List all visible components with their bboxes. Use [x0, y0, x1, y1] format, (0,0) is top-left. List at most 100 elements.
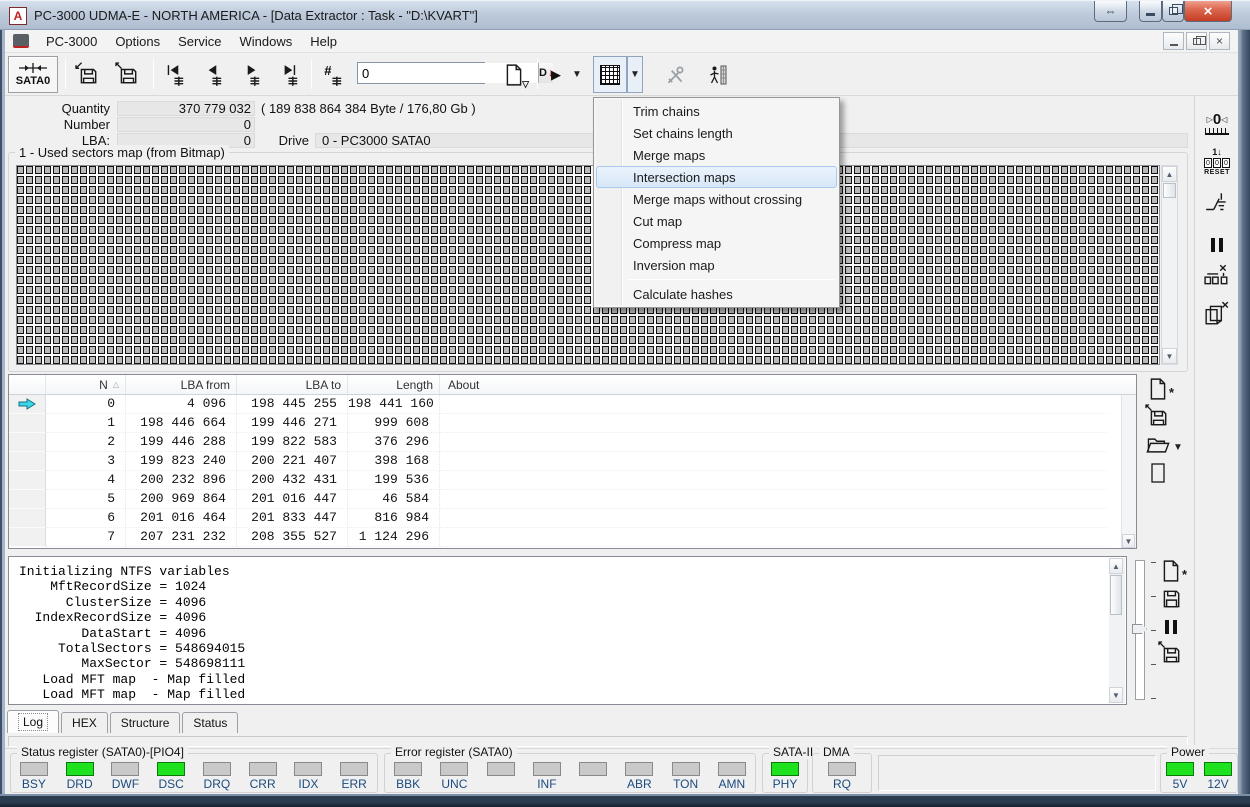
menu-help[interactable]: Help	[301, 31, 346, 52]
sata0-port-button[interactable]: SATA0	[8, 56, 58, 93]
head-control-button[interactable]	[1195, 190, 1239, 216]
led-unlabeled	[479, 762, 523, 790]
led-rq: RQ	[820, 762, 864, 790]
start-button[interactable]: ▶	[543, 56, 569, 93]
sector-filter-button[interactable]: ▽	[495, 56, 533, 93]
menu-item-intersection-maps[interactable]: Intersection maps	[596, 166, 837, 188]
prev-sector-button[interactable]	[195, 56, 231, 93]
resize-button[interactable]: ⇔	[1094, 1, 1127, 22]
column-header-lba-to[interactable]: LBA to	[237, 375, 348, 394]
column-header-length[interactable]: Length	[348, 375, 440, 394]
close-button[interactable]: ×	[1184, 1, 1232, 22]
load-map-button[interactable]	[1145, 432, 1171, 458]
led-drd: DRD	[58, 762, 102, 790]
cell-from: 207 231 232	[126, 528, 237, 547]
close-all-tasks-button[interactable]	[1195, 301, 1239, 327]
row-gutter[interactable]	[9, 509, 46, 528]
led-lamp	[19, 762, 48, 776]
row-gutter[interactable]	[9, 452, 46, 471]
map-button[interactable]	[593, 56, 627, 93]
pause-task-button[interactable]	[1195, 238, 1239, 252]
scroll-down-icon[interactable]: ▼	[1122, 534, 1135, 548]
menu-item-inversion-map[interactable]: Inversion map	[596, 254, 837, 276]
menu-windows[interactable]: Windows	[230, 31, 301, 52]
row-gutter[interactable]	[9, 395, 46, 414]
menu-service[interactable]: Service	[169, 31, 230, 52]
scroll-up-icon[interactable]: ▲	[1109, 558, 1123, 574]
new-log-button[interactable]: *	[1158, 558, 1187, 584]
table-row-5[interactable]: 5 200 969 864 201 016 447 46 584	[9, 490, 1136, 509]
menu-item-set-chains-length[interactable]: Set chains length	[596, 122, 837, 144]
mdi-minimize-button[interactable]	[1163, 32, 1184, 50]
minimize-button[interactable]	[1139, 1, 1162, 22]
next-sector-button[interactable]	[233, 56, 269, 93]
mdi-close-button[interactable]: ×	[1209, 32, 1230, 50]
mdi-restore-button[interactable]	[1186, 32, 1207, 50]
menu-pc-3000[interactable]: PC-3000	[37, 31, 106, 52]
menu-options[interactable]: Options	[106, 31, 169, 52]
log-panel[interactable]: Initializing NTFS variables MftRecordSiz…	[8, 556, 1127, 705]
menu-item-merge-maps[interactable]: Merge maps	[596, 144, 837, 166]
cell-about	[440, 528, 1108, 547]
row-gutter[interactable]	[9, 471, 46, 490]
abort-operation-button[interactable]	[1195, 264, 1239, 286]
sector-map-grid-icon	[600, 64, 620, 85]
restore-button[interactable]	[1162, 1, 1184, 22]
log-scrollbar-thumb[interactable]	[1110, 575, 1122, 615]
row-gutter[interactable]	[9, 433, 46, 452]
table-row-1[interactable]: 1 198 446 664 199 446 271 999 608	[9, 414, 1136, 433]
tab-status[interactable]: Status	[182, 712, 239, 733]
resource-monitor-button[interactable]	[701, 56, 735, 93]
led-label: DWF	[111, 777, 140, 791]
first-sector-button[interactable]	[157, 56, 193, 93]
tab-log[interactable]: Log	[7, 710, 60, 733]
map-options-dropdown[interactable]: ▼	[627, 56, 643, 93]
table-row-6[interactable]: 6 201 016 464 201 833 447 816 984	[9, 509, 1136, 528]
goto-sector-number-button[interactable]: #	[315, 56, 351, 93]
load-map-dropdown[interactable]: ▼	[1171, 434, 1185, 460]
led-lamp	[486, 762, 515, 776]
save-map-button[interactable]: ↖	[1144, 403, 1171, 430]
tab-hex[interactable]: HEX	[61, 712, 108, 733]
save-task-button[interactable]: ↖	[109, 56, 147, 93]
counter-digit: 0	[1204, 158, 1212, 168]
set-zero-position-button[interactable]: ▷ 0 ◁	[1195, 112, 1239, 135]
table-row-0[interactable]: 04 096 198 445 255 198 441 160	[9, 395, 1136, 414]
scroll-down-icon[interactable]: ▼	[1109, 687, 1123, 703]
table-row-2[interactable]: 2 199 446 288 199 822 583 376 296	[9, 433, 1136, 452]
table-scrollbar[interactable]: ▼	[1121, 395, 1136, 548]
restore-task-button[interactable]: ↙	[69, 56, 107, 93]
menu-item-calculate-hashes[interactable]: Calculate hashes	[596, 283, 837, 305]
cell-from: 198 446 664	[126, 414, 237, 433]
row-gutter[interactable]	[9, 490, 46, 509]
scroll-down-icon[interactable]: ▼	[1162, 348, 1177, 364]
task-window-icon[interactable]	[13, 34, 29, 48]
panel-title: SATA-II	[769, 745, 818, 759]
clear-map-button[interactable]	[1145, 460, 1171, 486]
last-sector-button[interactable]	[271, 56, 307, 93]
new-map-button[interactable]: *	[1145, 376, 1174, 402]
row-gutter[interactable]	[9, 414, 46, 433]
table-row-7[interactable]: 7 207 231 232 208 355 527 1 124 296	[9, 528, 1136, 547]
column-header-n[interactable]: N △	[46, 375, 126, 394]
column-header-about[interactable]: About	[440, 375, 1136, 394]
menu-item-merge-maps-without-crossing[interactable]: Merge maps without crossing	[596, 188, 837, 210]
tab-structure[interactable]: Structure	[109, 712, 181, 733]
table-row-3[interactable]: 3 199 823 240 200 221 407 398 168	[9, 452, 1136, 471]
row-gutter[interactable]	[9, 528, 46, 547]
export-log-button[interactable]: ↖	[1157, 640, 1184, 667]
sector-bitmap-grid[interactable]	[16, 165, 1160, 365]
start-options-dropdown[interactable]: ▼	[569, 56, 585, 93]
column-header-lba-from[interactable]: LBA from	[126, 375, 237, 394]
map-scrollbar[interactable]: ▲ ▼	[1161, 165, 1178, 365]
reset-counter-button[interactable]: 1↓ 000 RESET	[1195, 148, 1239, 176]
menu-item-trim-chains[interactable]: Trim chains	[596, 100, 837, 122]
log-scrollbar[interactable]: ▲ ▼	[1109, 558, 1125, 703]
menu-item-cut-map[interactable]: Cut map	[596, 210, 837, 232]
map-scrollbar-thumb[interactable]	[1163, 183, 1176, 198]
save-log-button[interactable]	[1158, 586, 1184, 612]
pause-log-button[interactable]	[1158, 614, 1184, 640]
table-row-4[interactable]: 4 200 232 896 200 432 431 199 536	[9, 471, 1136, 490]
scroll-up-icon[interactable]: ▲	[1162, 166, 1177, 182]
menu-item-compress-map[interactable]: Compress map	[596, 232, 837, 254]
